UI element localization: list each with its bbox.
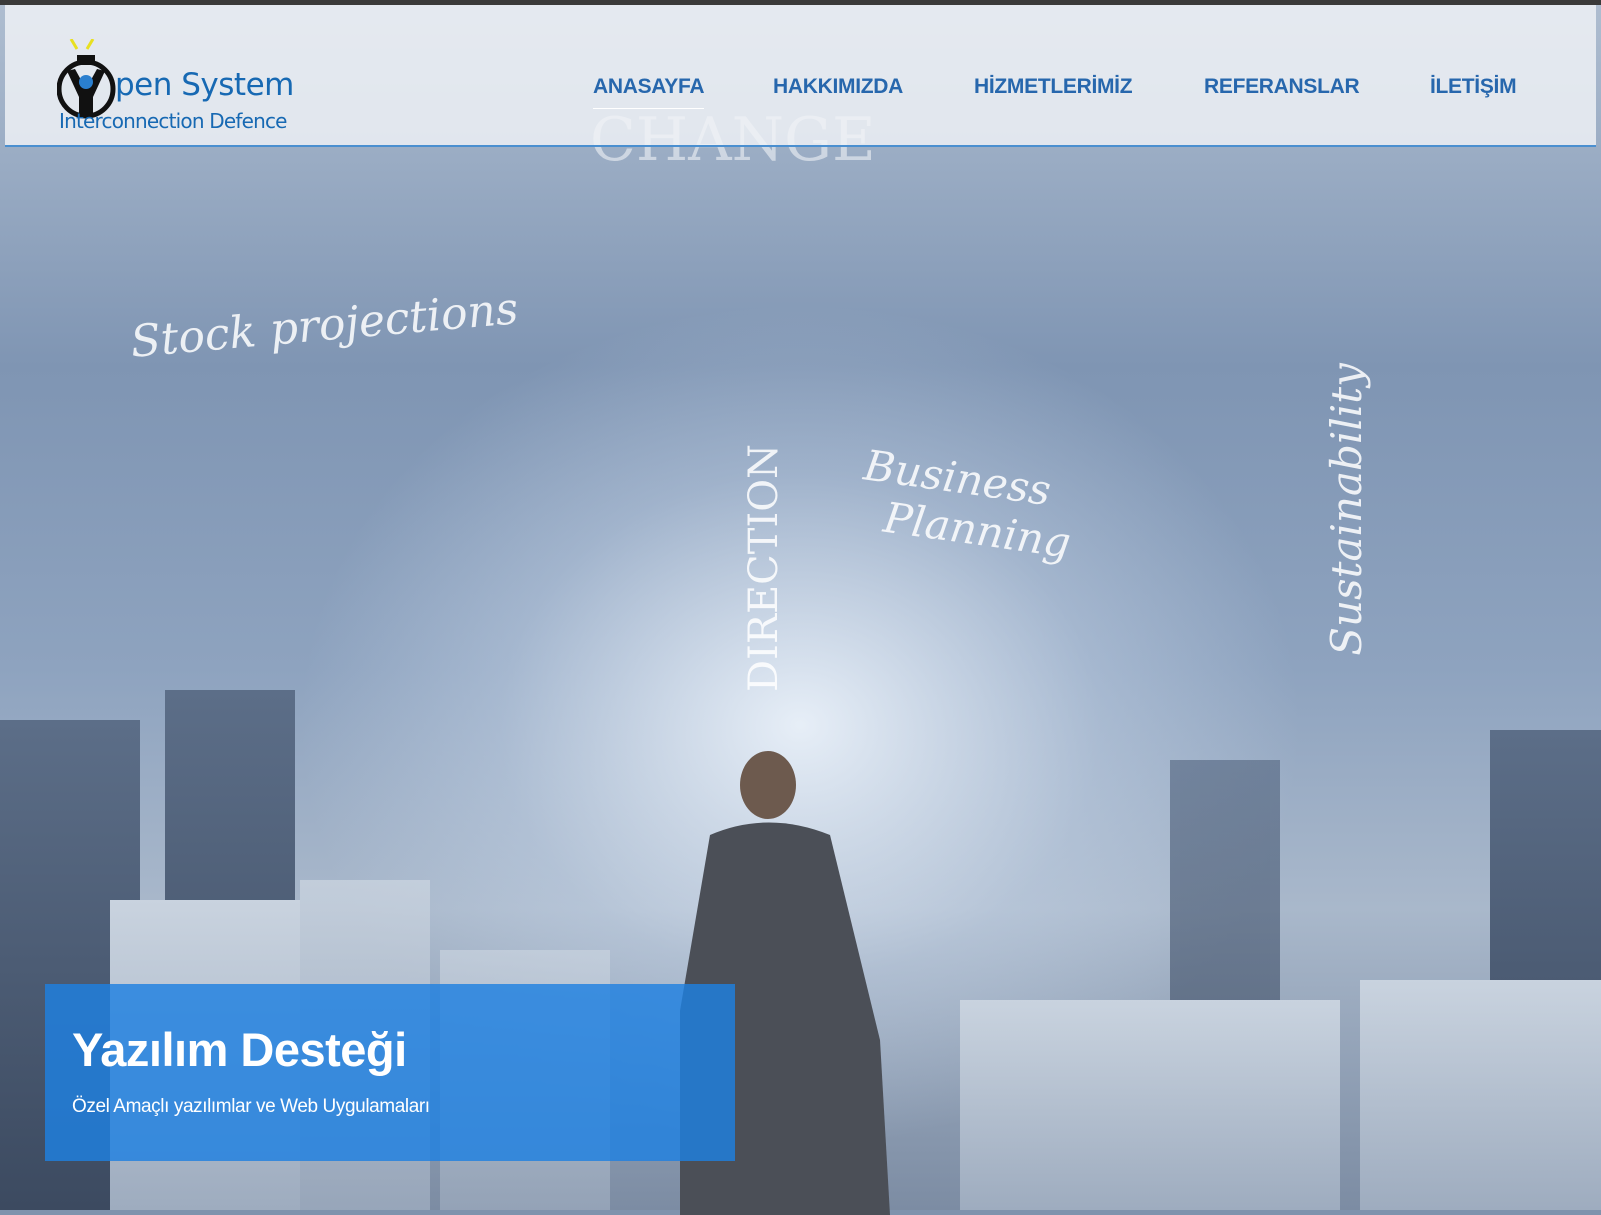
chalk-drawing: Sustainability [1321,363,1371,656]
nav-iletisim[interactable]: İLETİŞİM [1430,75,1517,99]
nav-referanslar[interactable]: REFERANSLAR [1204,75,1360,99]
nav-hakkimizda[interactable]: HAKKIMIZDA [773,75,903,99]
logo[interactable]: pen System Interconnection Defence [53,23,323,138]
logo-subtitle: Interconnection Defence [59,109,287,133]
site-header: pen System Interconnection Defence ANASA… [5,5,1596,147]
chalk-drawing: Stock projections [128,283,521,368]
slide-title: Yazılım Desteği [72,1023,407,1076]
nav-anasayfa[interactable]: ANASAYFA [593,75,704,109]
nav-hizmetlerimiz[interactable]: HİZMETLERİMİZ [974,75,1133,99]
logo-title: pen System [115,67,294,103]
slide-subtitle: Özel Amaçlı yazılımlar ve Web Uygulamala… [72,1096,430,1117]
slide-caption: Yazılım Desteği Özel Amaçlı yazılımlar v… [45,984,735,1161]
chalk-drawing: Business Planning [854,440,1074,568]
chalk-drawing: DIRECTION [741,443,788,693]
